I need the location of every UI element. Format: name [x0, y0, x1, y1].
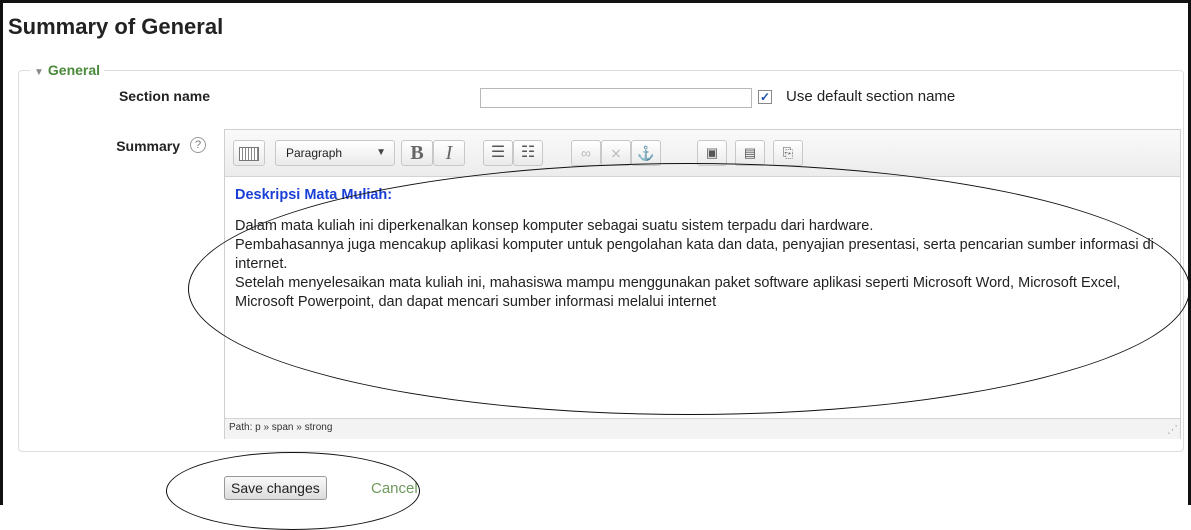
chevron-down-icon: ▼	[376, 147, 386, 158]
section-name-label: Section name	[118, 88, 210, 104]
bullet-list-icon[interactable]: ☰	[483, 140, 513, 166]
collapse-triangle-icon[interactable]: ▼	[34, 67, 44, 78]
unlink-icon[interactable]: ⨯	[601, 140, 631, 166]
editor-statusbar: Path: p » span » strong ⋰	[225, 418, 1180, 439]
link-icon[interactable]: ∞	[571, 140, 601, 166]
editor-content[interactable]: Deskripsi Mata Muliah: Dalam mata kuliah…	[235, 186, 1165, 312]
use-default-label: Use default section name	[786, 88, 956, 105]
resize-grip-icon[interactable]: ⋰	[1167, 423, 1178, 436]
cancel-link[interactable]: Cancel	[371, 480, 418, 497]
content-heading: Deskripsi Mata Muliah:	[235, 187, 393, 203]
numbered-list-icon[interactable]: ☷	[513, 140, 543, 166]
image-icon[interactable]: ▣	[697, 140, 727, 166]
save-changes-button[interactable]: Save changes	[224, 476, 327, 500]
element-path: Path: p » span » strong	[229, 422, 333, 433]
fieldset-legend-general[interactable]: ▼ General	[30, 60, 105, 80]
media-icon[interactable]: ▤	[735, 140, 765, 166]
italic-button[interactable]: I	[433, 140, 465, 166]
keyboard-icon	[239, 147, 259, 161]
editor-toolbar: Paragraph ▼ B I ☰ ☷ ∞ ⨯ ⚓ ▣ ▤ ⎘	[225, 130, 1180, 177]
paste-icon[interactable]: ⎘	[773, 140, 803, 166]
section-name-input[interactable]	[480, 88, 752, 108]
summary-label: Summary	[116, 138, 180, 154]
summary-editor: Paragraph ▼ B I ☰ ☷ ∞ ⨯ ⚓ ▣ ▤ ⎘ Deskrips…	[224, 129, 1181, 439]
bold-button[interactable]: B	[401, 140, 433, 166]
content-paragraph-1: Dalam mata kuliah ini diperkenalkan kons…	[235, 218, 874, 234]
legend-label: General	[47, 62, 101, 78]
anchor-icon[interactable]: ⚓	[631, 140, 661, 166]
format-select[interactable]: Paragraph ▼	[275, 140, 395, 166]
toolbar-toggle-button[interactable]	[233, 140, 265, 166]
use-default-checkbox[interactable]: ✓	[758, 90, 772, 104]
question-circle-icon[interactable]: ?	[190, 137, 206, 153]
page-title: Summary of General	[8, 14, 224, 39]
screenshot-frame-left	[0, 0, 3, 505]
content-paragraph-3: Setelah menyelesaikan mata kuliah ini, m…	[235, 275, 1121, 310]
format-select-value: Paragraph	[286, 146, 343, 160]
content-paragraph-2: Pembahasannya juga mencakup aplikasi kom…	[235, 237, 1154, 272]
screenshot-frame-top	[0, 0, 1191, 3]
